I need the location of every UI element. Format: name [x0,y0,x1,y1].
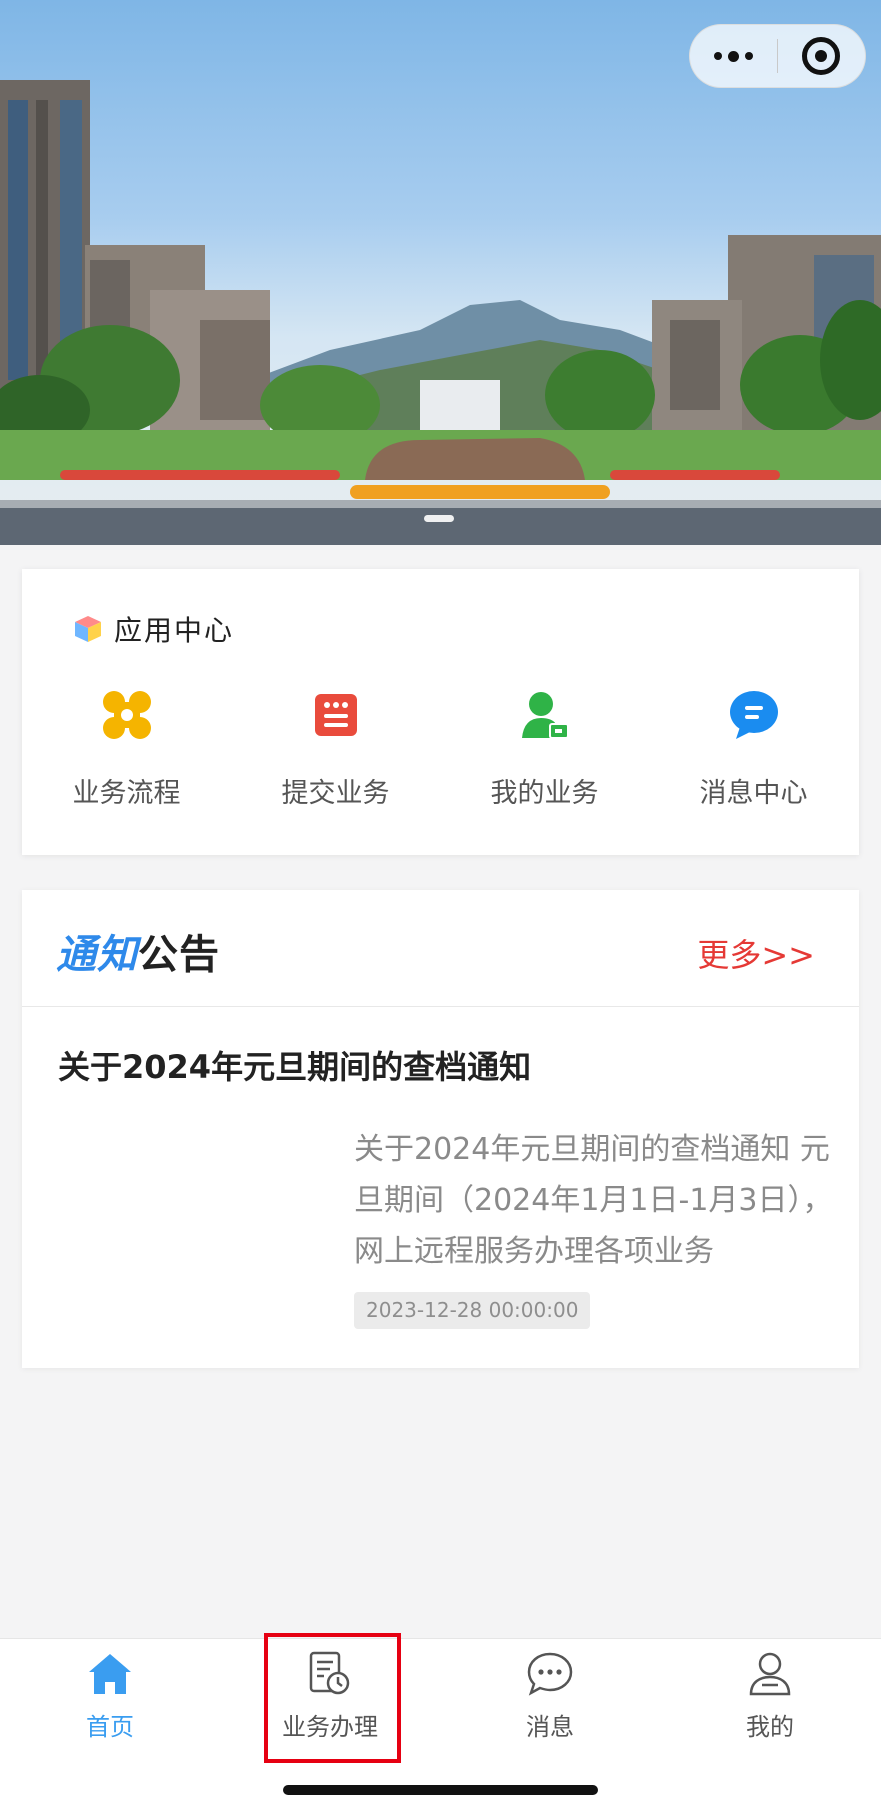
tab-messages[interactable]: 消息 [440,1649,660,1742]
miniprogram-capsule [689,24,866,88]
cube-icon [75,616,101,642]
record-close-icon[interactable] [778,24,865,88]
tab-label: 消息 [526,1713,574,1741]
app-item-label: 提交业务 [281,778,390,809]
article-date-badge: 2023-12-28 00:00:00 [354,1292,591,1329]
article-title: 关于2024年元旦期间的查档通知 [58,1048,532,1086]
more-dots-icon[interactable] [690,24,777,88]
app-center-header: 应用中心 [72,609,234,649]
app-center-title: 应用中心 [114,614,235,647]
article-summary: 关于2024年元旦期间的查档通知 元旦期间（2024年1月1日-1月3日），网上… [354,1132,833,1269]
tab-profile[interactable]: 我的 [660,1649,880,1742]
app-item-submit[interactable]: 提交业务 [231,689,440,810]
tab-label: 我的 [746,1713,794,1741]
submit-form-icon [310,689,362,741]
app-item-message-center[interactable]: 消息中心 [649,689,858,810]
notice-card: 通知公告 更多>> 关于2024年元旦期间的查档通知 关于2024年元旦期间的查… [22,890,859,1368]
tab-home[interactable]: 首页 [0,1649,220,1742]
app-item-label: 消息中心 [699,778,808,809]
flow-grid-icon [101,689,153,741]
home-indicator [283,1785,598,1795]
app-item-my-business[interactable]: 我的业务 [440,689,649,810]
notice-title-part2: 公告 [138,932,220,978]
app-center-card: 应用中心 业务流程 提交业务 我的业务 消息中心 [22,569,859,855]
tab-label: 业务办理 [282,1713,378,1741]
notice-title-part1: 通知 [56,932,138,978]
notice-title: 通知公告 [56,922,220,980]
notice-header: 通知公告 更多>> [22,890,859,1007]
notice-more-link[interactable]: 更多>> [697,930,815,976]
home-icon [85,1649,135,1699]
tab-label: 首页 [86,1713,134,1741]
user-card-icon [519,689,571,741]
tab-business[interactable]: 业务办理 [220,1649,440,1742]
chat-bubble-icon [728,689,780,741]
app-item-label: 我的业务 [490,778,599,809]
app-grid: 业务流程 提交业务 我的业务 消息中心 [22,689,859,810]
app-item-business-flow[interactable]: 业务流程 [22,689,231,810]
business-doc-icon [305,1649,355,1699]
message-icon [525,1649,575,1699]
profile-icon [745,1649,795,1699]
app-item-label: 业务流程 [72,778,181,809]
banner-indicator [424,515,454,522]
